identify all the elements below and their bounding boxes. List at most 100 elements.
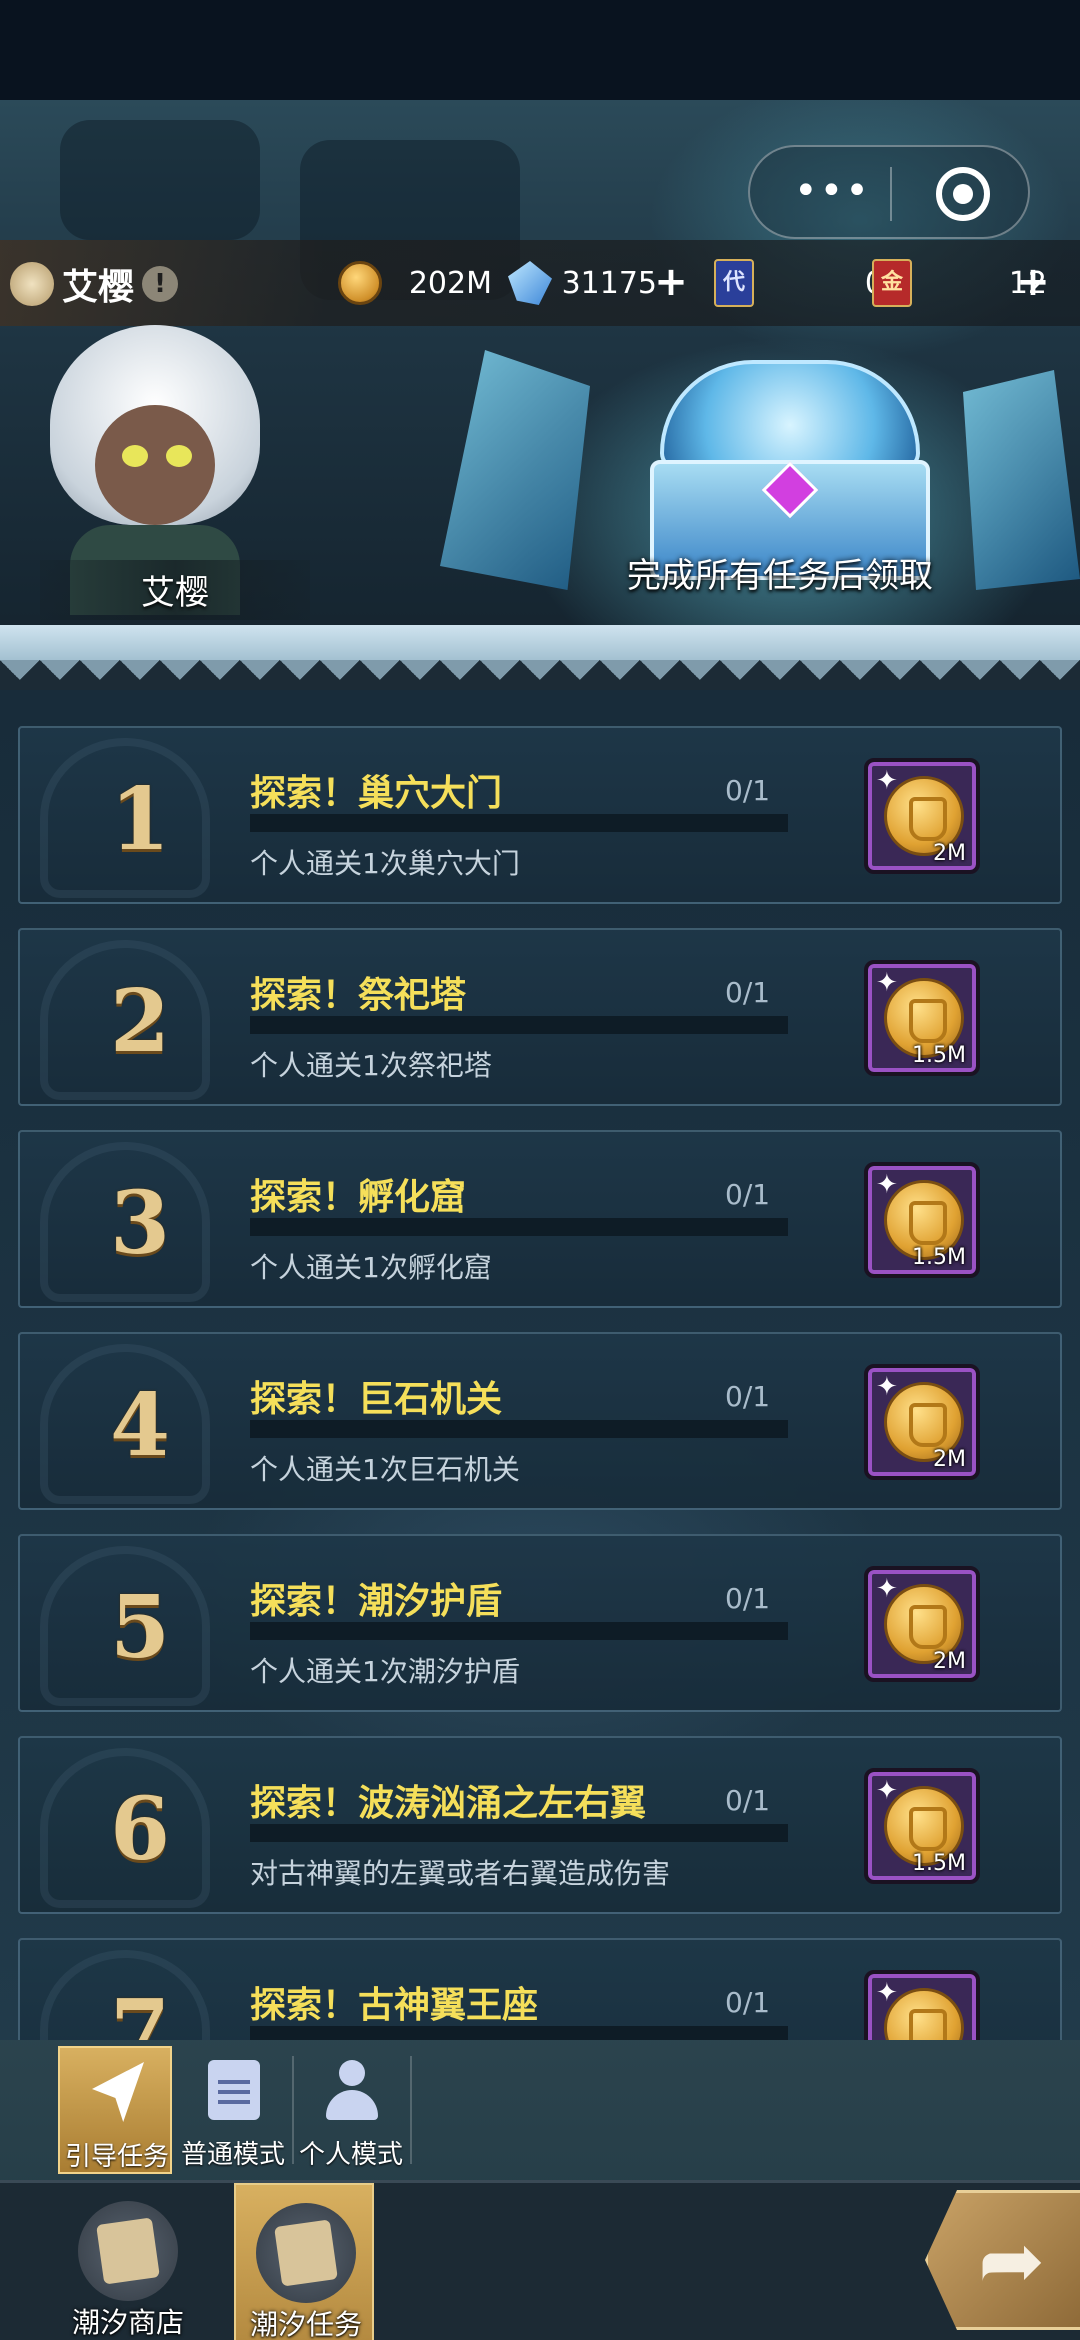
task-progress: 0/1 (725, 1178, 771, 1211)
nav-tide-tasks[interactable]: 潮汐任务 (234, 2183, 374, 2340)
task-card[interactable]: 1 探索！巢穴大门 0/1 个人通关1次巢穴大门 ✦ 2M (18, 726, 1062, 904)
next-button[interactable]: ➦ (925, 2190, 1080, 2330)
mode-tabs: 引导任务 普通模式 个人模式 (0, 2040, 1080, 2180)
chest-label: 完成所有任务后领取 (627, 556, 933, 596)
task-card[interactable]: 3 探索！孵化窟 0/1 个人通关1次孵化窟 ✦ 1.5M (18, 1130, 1062, 1308)
more-menu-icon[interactable]: ••• (794, 171, 871, 211)
task-scroll-icon (256, 2203, 356, 2303)
sparkle-icon: ✦ (876, 766, 898, 796)
sparkle-icon: ✦ (876, 968, 898, 998)
task-number: 6 (110, 1779, 170, 1880)
task-number: 5 (110, 1577, 170, 1678)
task-progress-bar (250, 2026, 788, 2040)
task-title: 探索！巢穴大门 (250, 773, 503, 814)
character-eye (122, 445, 148, 467)
ice-divider-teeth (0, 660, 1080, 690)
character-eye (166, 445, 192, 467)
reward-amount: 2M (933, 1447, 966, 1472)
resource-crystal: 31175 (508, 258, 657, 308)
player-name: 艾樱 (62, 267, 135, 308)
mini-program-capsule: ••• (748, 145, 1030, 239)
add-red-card-button[interactable]: + (1012, 262, 1054, 304)
gold-value: 202M (408, 265, 492, 301)
blue-card-icon: 代 (714, 259, 754, 307)
task-progress-bar (250, 1622, 788, 1640)
forward-arrow-icon: ➦ (978, 2214, 1046, 2307)
reward-item[interactable]: ✦ 2M (864, 1566, 980, 1682)
tab-guide-tasks[interactable]: 引导任务 (58, 2046, 172, 2174)
crystal-icon (508, 261, 552, 305)
task-card[interactable]: 7 探索！古神翼王座 0/1 ✦ (18, 1938, 1062, 2040)
task-card[interactable]: 2 探索！祭祀塔 0/1 个人通关1次祭祀塔 ✦ 1.5M (18, 928, 1062, 1106)
character-face (95, 405, 215, 525)
sparkle-icon: ✦ (876, 1776, 898, 1806)
paper-plane-icon (92, 2062, 144, 2122)
resource-blue-card: 代 0 (714, 258, 884, 308)
task-progress: 0/1 (725, 1986, 771, 2019)
task-number: 2 (110, 971, 170, 1072)
background-rock (60, 120, 260, 240)
tab-label: 引导任务 (64, 2142, 169, 2172)
task-number: 4 (110, 1375, 170, 1476)
reward-amount: 2M (933, 1649, 966, 1674)
character-name: 艾樱 (141, 573, 209, 613)
reward-item[interactable]: ✦ 1.5M (864, 1162, 980, 1278)
task-description: 个人通关1次潮汐护盾 (250, 1655, 520, 1688)
reward-amount: 2M (933, 841, 966, 866)
task-description: 个人通关1次巢穴大门 (250, 847, 520, 880)
task-card[interactable]: 6 探索！波涛汹涌之左右翼 0/1 对古神翼的左翼或者右翼造成伤害 ✦ 1.5M (18, 1736, 1062, 1914)
task-title: 探索！古神翼王座 (250, 1985, 539, 2026)
task-card[interactable]: 5 探索！潮汐护盾 0/1 个人通关1次潮汐护盾 ✦ 2M (18, 1534, 1062, 1712)
task-progress-bar (250, 1016, 788, 1034)
resource-bar: 艾樱 ! 202M 31175 + 代 0 金 12 + (0, 240, 1080, 326)
reward-item[interactable]: ✦ 2M (864, 758, 980, 874)
task-title: 探索！波涛汹涌之左右翼 (250, 1783, 647, 1824)
close-target-icon[interactable] (936, 167, 990, 221)
bottom-navigation: 潮汐商店 潮汐任务 (0, 2180, 1080, 2340)
person-icon (326, 2060, 378, 2120)
sparkle-icon: ✦ (876, 1978, 898, 2008)
alert-icon[interactable]: ! (142, 266, 179, 302)
task-description: 对古神翼的左翼或者右翼造成伤害 (250, 1857, 671, 1890)
task-title: 探索！潮汐护盾 (250, 1581, 503, 1622)
task-progress: 0/1 (725, 1784, 771, 1817)
tab-separator (410, 2056, 412, 2164)
reward-amount: 1.5M (912, 1851, 966, 1876)
guild-badge-icon (10, 262, 54, 306)
task-progress: 0/1 (725, 976, 771, 1009)
nav-label: 潮汐商店 (71, 2306, 184, 2339)
tab-personal-mode[interactable]: 个人模式 (294, 2046, 412, 2174)
task-card[interactable]: 4 探索！巨石机关 0/1 个人通关1次巨石机关 ✦ 2M (18, 1332, 1062, 1510)
task-progress: 0/1 (725, 1582, 771, 1615)
task-progress-bar (250, 814, 788, 832)
resource-gold: 202M (338, 258, 492, 308)
player-info[interactable]: 艾樱 ! (10, 258, 179, 310)
task-title: 探索！巨石机关 (250, 1379, 503, 1420)
task-list[interactable]: 1 探索！巢穴大门 0/1 个人通关1次巢穴大门 ✦ 2M 2 探索！祭祀塔 0… (0, 690, 1080, 2040)
red-card-icon: 金 (872, 259, 912, 307)
crystal-value: 31175 (561, 265, 657, 301)
tab-normal-mode[interactable]: 普通模式 (176, 2046, 294, 2174)
task-progress-bar (250, 1420, 788, 1438)
nav-tide-shop[interactable]: 潮汐商店 (58, 2183, 198, 2340)
nav-label: 潮汐任务 (249, 2308, 362, 2340)
tab-label: 普通模式 (180, 2140, 285, 2170)
task-progress-bar (250, 1218, 788, 1236)
add-crystal-button[interactable]: + (650, 262, 692, 304)
reward-item[interactable]: ✦ 1.5M (864, 1768, 980, 1884)
task-number: 7 (110, 1981, 170, 2041)
reward-item[interactable]: ✦ 2M (864, 1364, 980, 1480)
reward-item[interactable]: ✦ 1.5M (864, 960, 980, 1076)
gold-coin-icon (338, 261, 382, 305)
chest-lid (660, 360, 920, 470)
task-progress-bar (250, 1824, 788, 1842)
sparkle-icon: ✦ (876, 1170, 898, 1200)
task-title: 探索！祭祀塔 (250, 975, 467, 1016)
ice-divider (0, 625, 1080, 665)
shop-scroll-icon (78, 2201, 178, 2301)
reward-item[interactable]: ✦ (864, 1970, 980, 2040)
task-number: 1 (110, 769, 170, 870)
task-progress: 0/1 (725, 774, 771, 807)
sparkle-icon: ✦ (876, 1372, 898, 1402)
blue-card-value: 0 (754, 266, 884, 301)
